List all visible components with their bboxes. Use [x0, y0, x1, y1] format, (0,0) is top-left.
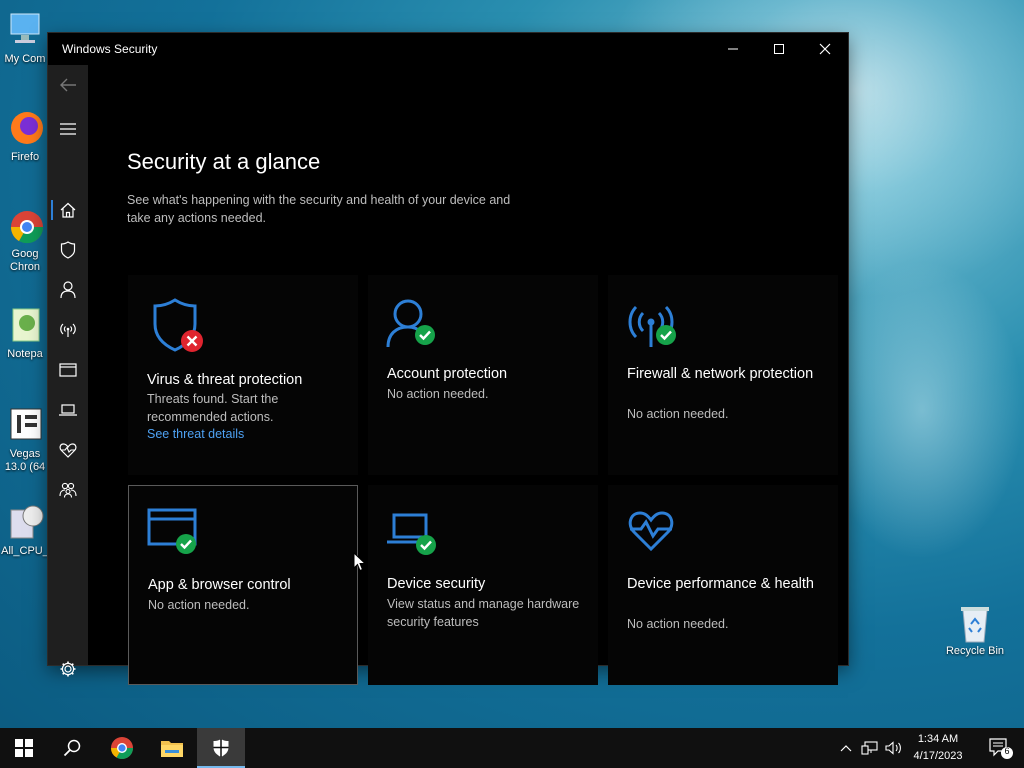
show-hidden-icons-button[interactable] — [834, 728, 858, 768]
start-button[interactable] — [0, 728, 48, 768]
taskbar-file-explorer[interactable] — [148, 728, 196, 768]
main-content: Security at a glance See what's happenin… — [88, 65, 848, 685]
sidebar-item-device-security[interactable] — [48, 392, 88, 428]
maximize-icon — [774, 44, 784, 54]
shield-icon — [213, 739, 229, 757]
tile-account-protection[interactable]: Account protection No action needed. — [368, 275, 598, 475]
antenna-icon — [626, 297, 686, 357]
speaker-icon — [885, 741, 901, 755]
tile-title: App & browser control — [148, 577, 291, 593]
notification-badge: 6 — [1004, 746, 1010, 756]
tile-title: Firewall & network protection — [627, 366, 814, 382]
browser-window-icon — [59, 363, 77, 377]
laptop-icon — [386, 509, 446, 569]
menu-button[interactable] — [48, 111, 88, 147]
notepad-icon — [5, 305, 45, 345]
shield-icon — [60, 241, 76, 259]
action-center-button[interactable]: 6 — [976, 728, 1024, 768]
vegas-icon — [5, 405, 45, 445]
tile-device-security[interactable]: Device security View status and manage h… — [368, 485, 598, 685]
close-button[interactable] — [802, 33, 848, 65]
sidebar-item-firewall[interactable] — [48, 312, 88, 348]
minimize-button[interactable] — [710, 33, 756, 65]
search-button[interactable] — [48, 728, 96, 768]
heart-pulse-icon — [59, 443, 77, 458]
page-title: Security at a glance — [127, 149, 321, 174]
volume-button[interactable] — [882, 728, 906, 768]
tile-description: View status and manage hardware security… — [387, 597, 580, 629]
window-title: Windows Security — [62, 42, 158, 56]
close-icon — [819, 43, 831, 55]
tile-device-performance-health[interactable]: Device performance & health No action ne… — [608, 485, 838, 685]
tile-title: Device security — [387, 576, 486, 592]
tile-virus-threat-protection[interactable]: Virus & threat protection Threats found.… — [128, 275, 358, 475]
clock-date: 4/17/2023 — [913, 750, 963, 762]
system-clock[interactable]: 1:34 AM 4/17/2023 — [906, 731, 970, 765]
tile-firewall-network-protection[interactable]: Firewall & network protection No action … — [608, 275, 838, 475]
sidebar-item-home[interactable] — [48, 192, 88, 228]
minimize-icon — [728, 48, 738, 50]
calculator-icon — [5, 502, 45, 542]
hamburger-icon — [60, 123, 76, 135]
mouse-cursor-icon — [353, 551, 367, 576]
maximize-button[interactable] — [756, 33, 802, 65]
home-icon — [60, 202, 76, 218]
person-icon — [60, 281, 76, 299]
taskbar: 1:34 AM 4/17/2023 6 — [0, 728, 1024, 768]
chrome-icon — [111, 737, 133, 759]
tile-description: No action needed. — [148, 598, 250, 612]
chevron-up-icon — [840, 745, 852, 752]
gear-icon — [60, 661, 76, 677]
sidebar-item-device-performance[interactable] — [48, 432, 88, 468]
tile-title: Device performance & health — [627, 576, 814, 592]
windows-logo-icon — [15, 739, 33, 757]
recycle-bin-icon — [955, 602, 995, 643]
sidebar-item-family-options[interactable] — [48, 472, 88, 508]
computer-icon — [5, 10, 45, 50]
back-button[interactable] — [48, 67, 88, 103]
laptop-icon — [59, 404, 77, 416]
heart-pulse-icon — [626, 503, 686, 563]
sidebar-item-settings[interactable] — [48, 651, 88, 687]
windows-security-window: Windows Security Security at a glance Se… — [48, 33, 848, 685]
tile-description: No action needed. — [387, 387, 489, 401]
chrome-icon — [5, 205, 45, 245]
see-threat-details-link[interactable]: See threat details — [147, 427, 244, 441]
tile-description: Threats found. Start the recommended act… — [147, 392, 279, 424]
tile-title: Account protection — [387, 366, 508, 382]
page-subtitle: See what's happening with the security a… — [127, 193, 511, 225]
sidebar — [48, 65, 88, 677]
taskbar-chrome[interactable] — [98, 728, 146, 768]
clock-time: 1:34 AM — [917, 733, 959, 745]
taskbar-windows-security[interactable] — [197, 728, 245, 768]
title-bar[interactable]: Windows Security — [48, 33, 848, 65]
network-button[interactable] — [858, 728, 882, 768]
search-icon — [63, 739, 81, 757]
tile-description: No action needed. — [627, 407, 729, 421]
tile-description: No action needed. — [627, 617, 729, 631]
desktop-icon-recycle-bin[interactable]: Recycle Bin — [938, 602, 1012, 658]
network-icon — [861, 741, 878, 755]
sidebar-item-virus-protection[interactable] — [48, 232, 88, 268]
sidebar-item-app-browser[interactable] — [48, 352, 88, 388]
sidebar-item-account-protection[interactable] — [48, 272, 88, 308]
tile-app-browser-control[interactable]: App & browser control No action needed. — [128, 485, 358, 685]
firefox-icon — [5, 108, 45, 148]
family-icon — [59, 482, 77, 498]
folder-icon — [161, 741, 183, 757]
antenna-icon — [60, 323, 76, 337]
tile-title: Virus & threat protection — [147, 372, 303, 388]
person-icon — [386, 297, 446, 357]
browser-window-icon — [147, 506, 207, 566]
shield-icon — [146, 297, 206, 357]
back-arrow-icon — [60, 78, 76, 92]
